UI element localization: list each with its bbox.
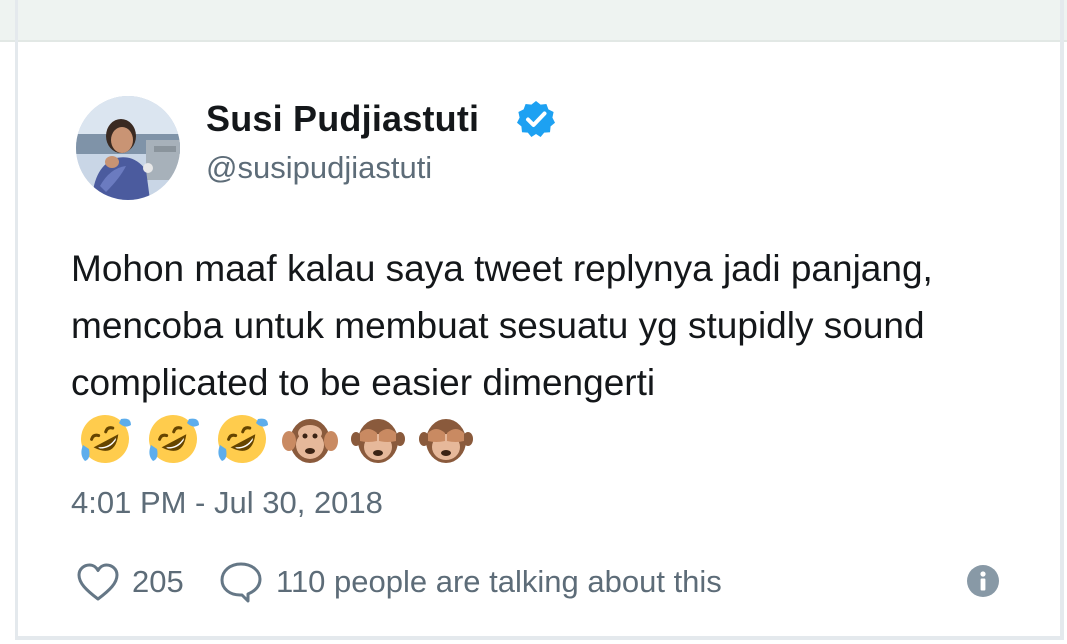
conversation-count: 110 people are talking about this <box>276 564 722 599</box>
tweet-text: Mohon maaf kalau saya tweet replynya jad… <box>71 248 933 403</box>
like-button[interactable]: 205 <box>76 560 184 604</box>
rofl-emoji-icon <box>149 415 200 463</box>
heart-icon <box>77 563 119 601</box>
tweet-embed-card: Susi Pudjiastuti @susipudjiastuti Mohon … <box>0 0 1067 644</box>
hear-no-evil-monkey-icon <box>281 419 338 463</box>
verified-badge-icon <box>517 101 555 137</box>
emoji-group <box>77 411 476 483</box>
see-no-evil-monkey-icon <box>351 419 406 463</box>
speech-bubble-icon <box>220 562 262 603</box>
rofl-emoji-icon <box>217 415 268 463</box>
top-divider-strip <box>0 0 1067 42</box>
avatar[interactable] <box>76 96 180 200</box>
like-count: 205 <box>132 564 184 599</box>
conversation-button[interactable]: 110 people are talking about this <box>218 560 722 604</box>
display-name[interactable]: Susi Pudjiastuti <box>206 98 479 140</box>
avatar-photo <box>76 96 180 200</box>
user-handle[interactable]: @susipudjiastuti <box>206 150 432 186</box>
tweet-body: Mohon maaf kalau saya tweet replynya jad… <box>71 240 1021 483</box>
card-border-bottom <box>15 636 1064 640</box>
rofl-emoji-icon <box>81 415 131 463</box>
info-icon[interactable] <box>966 564 1000 598</box>
card-border-left <box>15 0 18 640</box>
see-no-evil-monkey-icon <box>419 419 474 463</box>
card-border-right <box>1060 0 1064 640</box>
tweet-timestamp[interactable]: 4:01 PM - Jul 30, 2018 <box>71 485 383 521</box>
